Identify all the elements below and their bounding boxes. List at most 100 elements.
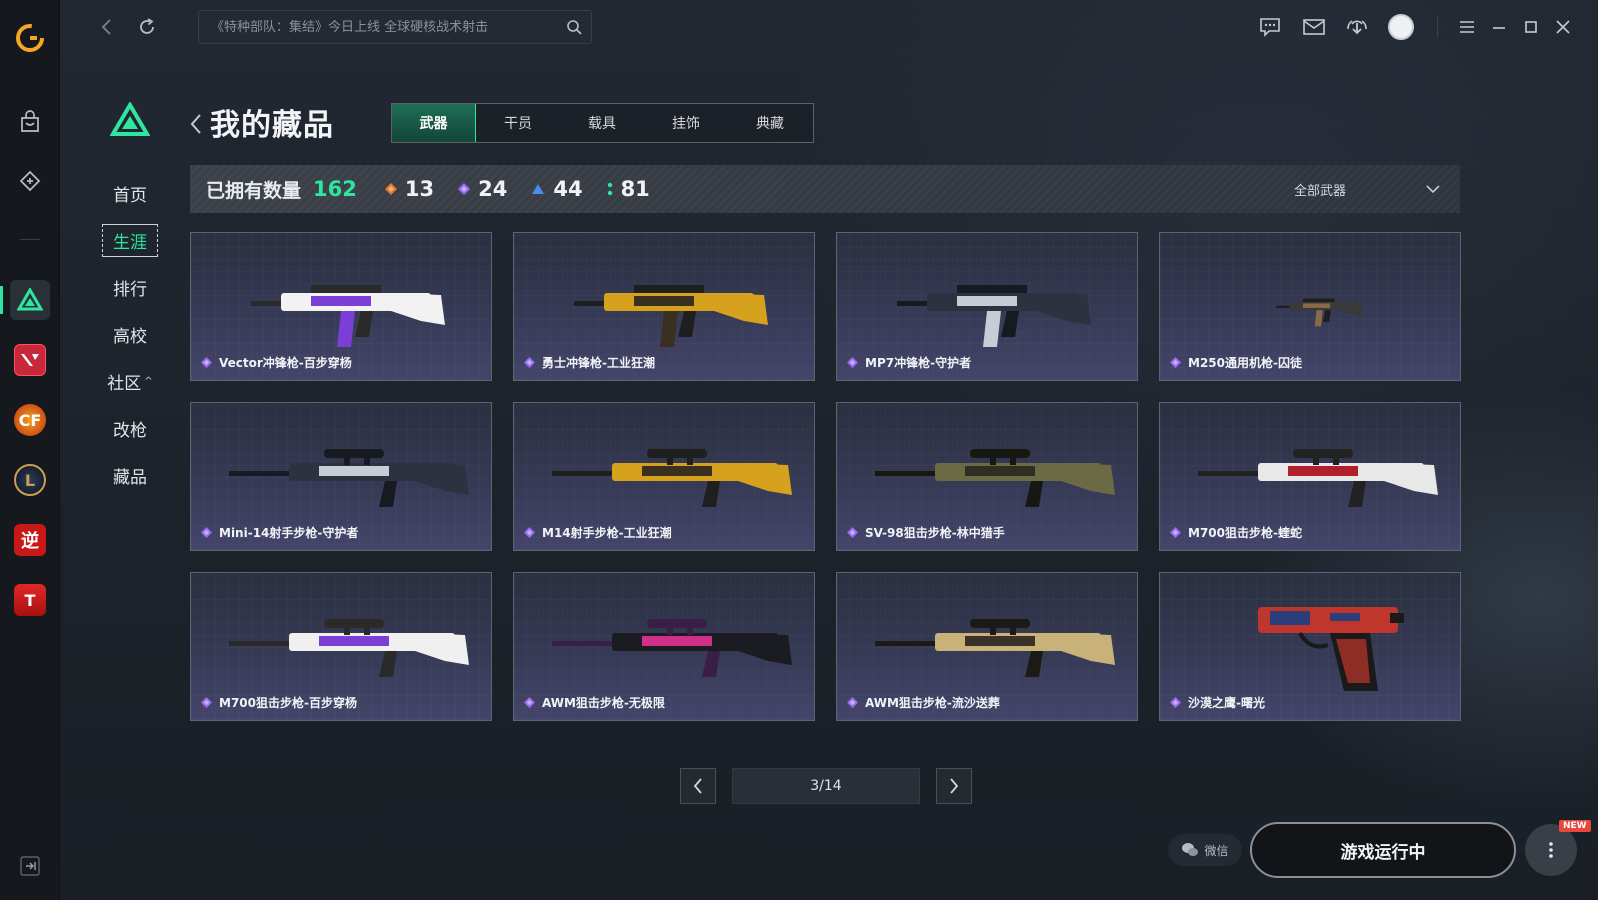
nav-collection[interactable]: 藏品	[100, 452, 160, 499]
collection-item-card[interactable]: 勇士冲锋枪-工业狂潮	[513, 232, 815, 381]
search-input[interactable]	[211, 19, 557, 35]
purple-rarity-icon	[201, 527, 212, 538]
search-box	[198, 10, 592, 44]
app-logo[interactable]	[0, 14, 60, 62]
nav-ranking[interactable]: 排行	[100, 264, 160, 311]
nav-university-label: 高校	[113, 327, 147, 347]
weapon-image	[875, 449, 1115, 507]
rail-game-t[interactable]: T	[0, 576, 60, 624]
nav-gunsmith[interactable]: 改枪	[100, 405, 160, 452]
collection-item-name: SV-98狙击步枪-林中猎手	[847, 524, 1005, 541]
rail-game-lol[interactable]: L	[0, 456, 60, 504]
close-icon	[1556, 20, 1570, 34]
prev-page-button[interactable]	[680, 768, 716, 804]
collection-item-card[interactable]: M700狙击步枪-蝰蛇	[1159, 402, 1461, 551]
page-indicator: 3/14	[732, 768, 920, 804]
collection-item-card[interactable]: Mini-14射手步枪-守护者	[190, 402, 492, 551]
wechat-icon	[1182, 843, 1199, 856]
collection-item-card[interactable]: SV-98狙击步枪-林中猎手	[836, 402, 1138, 551]
games-button[interactable]	[0, 158, 60, 206]
page-title: 我的藏品	[210, 108, 334, 143]
nav-career[interactable]: 生涯	[100, 217, 160, 264]
tab-charms[interactable]: 挂饰	[644, 104, 728, 142]
download-button[interactable]	[1343, 13, 1371, 41]
back-button[interactable]	[92, 12, 122, 42]
next-page-button[interactable]	[936, 768, 972, 804]
refresh-button[interactable]	[132, 12, 162, 42]
tab-archive[interactable]: 典藏	[728, 104, 812, 142]
delta-triangle-icon	[17, 288, 43, 311]
minimize-icon	[1493, 27, 1505, 29]
collection-item-card[interactable]: AWM狙击步枪-流沙送葬	[836, 572, 1138, 721]
tab-vehicles[interactable]: 载具	[560, 104, 644, 142]
chat-icon	[1260, 18, 1280, 37]
nav-home[interactable]: 首页	[100, 170, 160, 217]
weapon-image	[574, 285, 768, 347]
item-name-text: M700狙击步枪-蝰蛇	[1188, 526, 1302, 540]
collection-item-card[interactable]: M700狙击步枪-百步穿杨	[190, 572, 492, 721]
purple-rarity-icon	[1170, 527, 1181, 538]
collection-item-card[interactable]: 沙漠之鹰-曙光	[1159, 572, 1461, 721]
collection-item-card[interactable]: M250通用机枪-囚徒	[1159, 232, 1461, 381]
collection-item-card[interactable]: AWM狙击步枪-无极限	[513, 572, 815, 721]
collection-item-card[interactable]: MP7冲锋枪-守护者	[836, 232, 1138, 381]
page-back-icon[interactable]	[188, 112, 204, 136]
mail-button[interactable]	[1300, 13, 1328, 41]
purple-rarity-icon	[524, 697, 535, 708]
chevron-up-icon: ^	[144, 376, 153, 387]
weapon-filter-dropdown[interactable]: 全部武器	[1294, 165, 1440, 213]
tab-weapons[interactable]: 武器	[392, 104, 476, 142]
item-name-text: SV-98狙击步枪-林中猎手	[865, 526, 1005, 540]
collection-item-card[interactable]: M14射手步枪-工业狂潮	[513, 402, 815, 551]
wechat-button[interactable]: 微信	[1168, 834, 1242, 866]
hamburger-icon	[1460, 21, 1474, 33]
search-button[interactable]	[557, 10, 591, 44]
item-name-text: MP7冲锋枪-守护者	[865, 356, 972, 370]
expand-rail-icon[interactable]	[20, 856, 40, 876]
store-button[interactable]	[0, 98, 60, 146]
weapon-image	[552, 449, 792, 507]
item-name-text: M250通用机枪-囚徒	[1188, 356, 1302, 370]
purple-rarity-icon	[1170, 357, 1181, 368]
weapon-image	[1198, 449, 1438, 507]
chat-button[interactable]	[1256, 13, 1284, 41]
weapon-filter-label: 全部武器	[1293, 183, 1346, 199]
purple-rarity-icon	[847, 357, 858, 368]
purple-rarity-icon	[1170, 697, 1181, 708]
rail-game-valorant[interactable]	[0, 336, 60, 384]
weapon-image	[552, 619, 792, 677]
rarity-count-purple-value: 24	[478, 177, 508, 201]
collection-item-card[interactable]: Vector冲锋枪-百步穿杨	[190, 232, 492, 381]
minimize-button[interactable]	[1485, 13, 1513, 41]
collection-item-name: AWM狙击步枪-流沙送葬	[847, 694, 1000, 711]
maximize-button[interactable]	[1517, 13, 1545, 41]
tab-operators[interactable]: 干员	[476, 104, 560, 142]
nav-university[interactable]: 高校	[100, 311, 160, 358]
rarity-count-orange: 13	[384, 177, 434, 201]
game-running-button[interactable]: 游戏运行中	[1250, 822, 1516, 878]
collection-item-name: AWM狙击步枪-无极限	[524, 694, 665, 711]
weapon-image	[875, 619, 1115, 677]
user-avatar[interactable]	[1388, 14, 1414, 40]
collection-item-name: M700狙击步枪-蝰蛇	[1170, 524, 1302, 541]
rail-game-delta[interactable]	[0, 276, 60, 324]
menu-button[interactable]	[1453, 13, 1481, 41]
rarity-count-blue: 44	[531, 177, 583, 201]
delta-force-logo	[110, 102, 150, 136]
chevron-left-icon	[693, 778, 702, 794]
nav-community[interactable]: 社区 ^	[100, 358, 160, 405]
rail-game-crossfire[interactable]: CF	[0, 396, 60, 444]
t-game-icon: T	[14, 584, 46, 616]
league-icon: L	[14, 464, 46, 496]
owned-count-label: 已拥有数量	[206, 179, 302, 202]
ownership-stats: 已拥有数量 162 13 24 44 81 全部武器	[190, 165, 1460, 213]
rail-game-ni[interactable]: 逆	[0, 516, 60, 564]
collection-item-name: M250通用机枪-囚徒	[1170, 354, 1302, 371]
weapon-image	[251, 285, 445, 347]
purple-rarity-icon	[524, 527, 535, 538]
collection-item-name: Vector冲锋枪-百步穿杨	[201, 354, 352, 371]
item-name-text: 勇士冲锋枪-工业狂潮	[542, 356, 655, 370]
wechat-label: 微信	[1204, 843, 1229, 858]
close-button[interactable]	[1549, 13, 1577, 41]
collection-item-name: Mini-14射手步枪-守护者	[201, 524, 358, 541]
